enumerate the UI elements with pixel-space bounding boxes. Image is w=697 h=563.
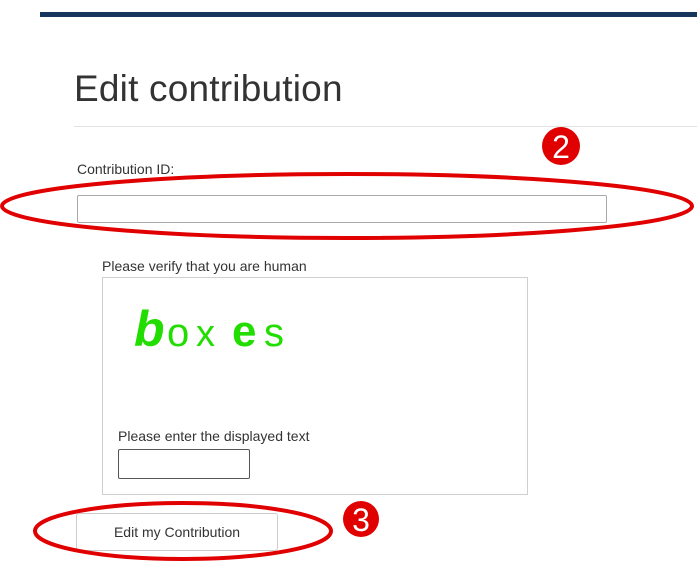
edit-contribution-button[interactable]: Edit my Contribution [76,513,278,551]
captcha-image: b o x e s [134,301,284,357]
captcha-glyph-s: s [264,311,284,355]
annotation-marker-2-number: 2 [552,129,570,165]
contribution-id-input[interactable] [77,195,607,223]
captcha-glyph-b: b [134,301,165,357]
captcha-glyph-e: e [232,307,256,356]
annotation-marker-2 [542,127,580,165]
title-divider [74,126,697,127]
annotation-marker-3 [343,501,379,537]
captcha-input-label: Please enter the displayed text [118,428,310,444]
header-accent-bar [40,12,697,17]
captcha-heading: Please verify that you are human [102,258,307,274]
captcha-glyph-x: x [196,313,215,355]
annotation-marker-3-number: 3 [352,502,370,538]
captcha-glyph-o: o [167,311,189,355]
contribution-id-label: Contribution ID: [77,161,175,177]
captcha-input[interactable] [118,449,250,479]
page-title: Edit contribution [74,68,343,109]
